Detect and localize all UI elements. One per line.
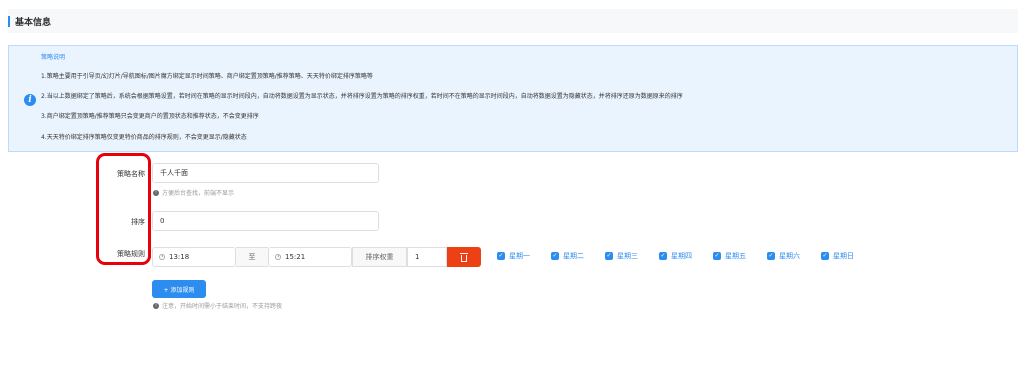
- info-icon: i: [24, 94, 36, 106]
- end-time-picker[interactable]: 15:21: [268, 247, 352, 267]
- checkbox-checked-icon: ✓: [821, 252, 829, 260]
- start-time-picker[interactable]: 13:18: [152, 247, 236, 267]
- add-rule-button[interactable]: + 添加规则: [152, 280, 206, 298]
- hint-info-icon: !: [153, 302, 159, 309]
- strategy-name-hint-text: 方便后台查找，前端不显示: [162, 190, 235, 197]
- day-label: 星期五: [725, 252, 746, 260]
- checkbox-checked-icon: ✓: [659, 252, 667, 260]
- day-label: 星期二: [563, 252, 584, 260]
- checkbox-checked-icon: ✓: [605, 252, 613, 260]
- end-time-value: 15:21: [285, 253, 306, 261]
- clock-icon: [159, 254, 165, 260]
- day-label: 星期六: [779, 252, 800, 260]
- sort-weight-input[interactable]: 1: [407, 247, 447, 267]
- notice-line-2: 2.当以上数据绑定了策略后，系统会根据策略设置，若时间在策略的显示时间段内，自动…: [41, 93, 683, 100]
- strategy-name-label: 策略名称: [117, 170, 145, 178]
- section-header: 基本信息: [8, 9, 1018, 33]
- notice-line-1: 1.策略主要用于引导页/幻灯片/导航图标/图片魔方绑定显示时间策略、商户绑定置顶…: [41, 73, 373, 80]
- strategy-notice: i 策略说明 1.策略主要用于引导页/幻灯片/导航图标/图片魔方绑定显示时间策略…: [8, 45, 1018, 152]
- day-label: 星期一: [509, 252, 530, 260]
- notice-line-4: 4.天天特价绑定排序策略仅变更特价商品的排序规则，不会变更显示/隐藏状态: [41, 134, 247, 141]
- trash-icon: [460, 252, 468, 262]
- section-title: 基本信息: [15, 17, 52, 28]
- time-hint: ! 注意，开始时间需小于结束时间，不支持跨夜: [153, 301, 282, 310]
- day-checkbox-saturday[interactable]: ✓ 星期六: [767, 251, 800, 261]
- strategy-name-hint: ! 方便后台查找，前端不显示: [153, 188, 234, 197]
- start-time-value: 13:18: [169, 253, 190, 261]
- clock-icon: [275, 254, 281, 260]
- checkbox-checked-icon: ✓: [497, 252, 505, 260]
- day-checkbox-tuesday[interactable]: ✓ 星期二: [551, 251, 584, 261]
- time-hint-text: 注意，开始时间需小于结束时间，不支持跨夜: [162, 303, 283, 310]
- day-label: 星期四: [671, 252, 692, 260]
- checkbox-checked-icon: ✓: [551, 252, 559, 260]
- sort-weight-label: 排序权重: [352, 247, 407, 267]
- day-label: 星期三: [617, 252, 638, 260]
- checkbox-checked-icon: ✓: [713, 252, 721, 260]
- order-input[interactable]: 0: [152, 211, 379, 231]
- day-checkbox-monday[interactable]: ✓ 星期一: [497, 251, 530, 261]
- hint-info-icon: !: [153, 189, 159, 196]
- strategy-rule-label: 策略规则: [117, 250, 145, 258]
- section-accent-bar: [8, 15, 10, 27]
- checkbox-checked-icon: ✓: [767, 252, 775, 260]
- day-label: 星期日: [833, 252, 854, 260]
- notice-title: 策略说明: [41, 54, 66, 61]
- delete-rule-button[interactable]: [447, 247, 481, 267]
- time-separator: 至: [236, 247, 268, 267]
- day-checkbox-friday[interactable]: ✓ 星期五: [713, 251, 746, 261]
- order-label: 排序: [131, 218, 145, 226]
- day-checkbox-wednesday[interactable]: ✓ 星期三: [605, 251, 638, 261]
- strategy-name-input[interactable]: 千人千面: [152, 163, 379, 183]
- day-checkbox-sunday[interactable]: ✓ 星期日: [821, 251, 854, 261]
- notice-line-3: 3.商户绑定置顶策略/推荐策略只会变更商户的置顶状态和推荐状态，不会变更排序: [41, 113, 259, 120]
- day-checkbox-thursday[interactable]: ✓ 星期四: [659, 251, 692, 261]
